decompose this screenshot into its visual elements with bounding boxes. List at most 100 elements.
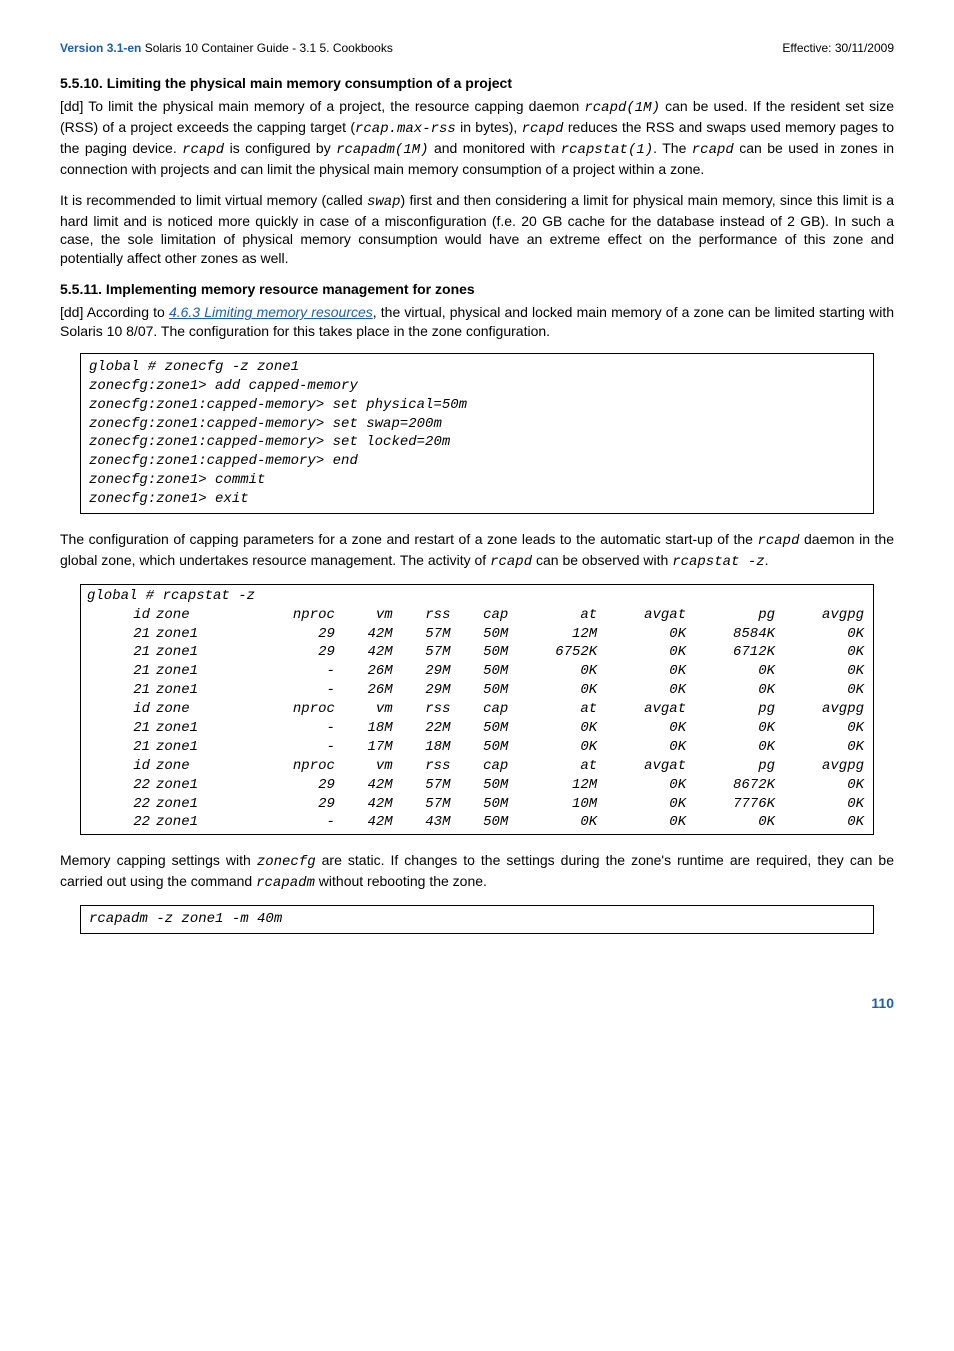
table-cell: 0K — [778, 795, 867, 814]
table-cell: pg — [689, 606, 778, 625]
page-header: Version 3.1-en Solaris 10 Container Guid… — [60, 40, 894, 56]
table-cell: 0K — [778, 719, 867, 738]
rcapstat-output: global # rcapstat -z idzonenprocvmrsscap… — [80, 584, 874, 836]
mid-para: The configuration of capping parameters … — [60, 530, 894, 572]
table-cell: 0K — [778, 643, 867, 662]
table-cell: cap — [454, 606, 512, 625]
page-number: 110 — [60, 994, 894, 1013]
table-cell: 0K — [600, 662, 689, 681]
text: [dd] To limit the physical main memory o… — [60, 98, 584, 114]
table-cell: 50M — [454, 795, 512, 814]
table-cell: nproc — [249, 757, 338, 776]
table-cell: at — [511, 757, 600, 776]
table-cell: 0K — [511, 813, 600, 832]
table-cell: 0K — [600, 681, 689, 700]
header-version: Version 3.1-en — [60, 41, 141, 55]
table-cell: rss — [396, 700, 454, 719]
table-row: 22zone12942M57M50M10M0K7776K0K — [87, 795, 867, 814]
code-swap: swap — [367, 194, 401, 210]
table-cell: rss — [396, 606, 454, 625]
code-rcapd: rcapd — [182, 142, 224, 158]
table-cell: zone — [153, 700, 249, 719]
table-cell: 50M — [454, 662, 512, 681]
table-cell: 29 — [249, 643, 338, 662]
table-cell: - — [249, 719, 338, 738]
table-cell: 0K — [689, 813, 778, 832]
table-cell: 22M — [396, 719, 454, 738]
code-rcapd: rcapd — [757, 533, 799, 549]
table-cell: 21 — [87, 643, 153, 662]
section-5511-title: 5.5.11. Implementing memory resource man… — [60, 280, 894, 299]
table-cell: - — [249, 813, 338, 832]
table-cell: 21 — [87, 662, 153, 681]
table-cell: - — [249, 662, 338, 681]
table-row: idzonenprocvmrsscapatavgatpgavgpg — [87, 757, 867, 776]
table-cell: zone1 — [153, 681, 249, 700]
table-row: idzonenprocvmrsscapatavgatpgavgpg — [87, 606, 867, 625]
table-cell: 0K — [778, 662, 867, 681]
table-cell: 57M — [396, 643, 454, 662]
table-cell: zone — [153, 606, 249, 625]
table-row: 22zone1-42M43M50M0K0K0K0K — [87, 813, 867, 832]
table-cell: 57M — [396, 795, 454, 814]
table-cell: 0K — [600, 795, 689, 814]
code-rcapd1m: rcapd(1M) — [584, 100, 660, 116]
table-cell: 50M — [454, 719, 512, 738]
table-cell: 21 — [87, 625, 153, 644]
table-cell: 29M — [396, 681, 454, 700]
sec2-para1: [dd] According to 4.6.3 Limiting memory … — [60, 303, 894, 341]
code-rcapstatz: rcapstat -z — [672, 554, 764, 570]
table-cell: 57M — [396, 776, 454, 795]
table-cell: nproc — [249, 700, 338, 719]
sec1-para2: It is recommended to limit virtual memor… — [60, 191, 894, 269]
text: The configuration of capping parameters … — [60, 531, 757, 547]
table-cell: id — [87, 606, 153, 625]
table-cell: vm — [338, 606, 396, 625]
code-rcapd: rcapd — [522, 121, 564, 137]
section-5510-title: 5.5.10. Limiting the physical main memor… — [60, 74, 894, 93]
code-zonecfg: zonecfg — [257, 854, 316, 870]
rcapstat-table: idzonenprocvmrsscapatavgatpgavgpg21zone1… — [87, 606, 867, 833]
code-block-rcapadm: rcapadm -z zone1 -m 40m — [80, 905, 874, 934]
table-cell: 26M — [338, 662, 396, 681]
table-cell: 21 — [87, 681, 153, 700]
table-cell: id — [87, 700, 153, 719]
table-cell: 12M — [511, 625, 600, 644]
table-row: 21zone1-26M29M50M0K0K0K0K — [87, 662, 867, 681]
text: in bytes), — [456, 119, 522, 135]
table-cell: 0K — [600, 625, 689, 644]
table-cell: rss — [396, 757, 454, 776]
table-cell: cap — [454, 757, 512, 776]
table-cell: avgpg — [778, 700, 867, 719]
table-cell: 42M — [338, 776, 396, 795]
table-cell: 29 — [249, 625, 338, 644]
table-cell: zone1 — [153, 795, 249, 814]
code-block-zonecfg: global # zonecfg -z zone1 zonecfg:zone1>… — [80, 353, 874, 514]
text: Memory capping settings with — [60, 852, 257, 868]
table-cell: 0K — [689, 719, 778, 738]
link-463[interactable]: 4.6.3 Limiting memory resources — [169, 304, 373, 320]
table-cell: zone1 — [153, 662, 249, 681]
code-rcapadm: rcapadm — [256, 875, 315, 891]
table-cell: 0K — [778, 738, 867, 757]
table-cell: zone1 — [153, 625, 249, 644]
code-rcapadm1m: rcapadm(1M) — [336, 142, 428, 158]
text: is configured by — [224, 140, 336, 156]
table-cell: 43M — [396, 813, 454, 832]
table-row: 21zone12942M57M50M12M0K8584K0K — [87, 625, 867, 644]
table-cell: vm — [338, 700, 396, 719]
header-mid: Solaris 10 Container Guide - 3.1 5. Cook… — [141, 41, 392, 55]
table-cell: pg — [689, 700, 778, 719]
table-cell: 0K — [600, 813, 689, 832]
table-cell: avgpg — [778, 606, 867, 625]
text: and monitored with — [429, 140, 561, 156]
table-cell: pg — [689, 757, 778, 776]
table-row: 21zone1-17M18M50M0K0K0K0K — [87, 738, 867, 757]
table-cell: 18M — [396, 738, 454, 757]
header-effective: Effective: 30/11/2009 — [782, 40, 894, 56]
code-rcapmax: rcap.max-rss — [355, 121, 456, 137]
code-rcapd: rcapd — [490, 554, 532, 570]
table-cell: 0K — [511, 662, 600, 681]
sec1-para1: [dd] To limit the physical main memory o… — [60, 97, 894, 179]
table-cell: 22 — [87, 795, 153, 814]
